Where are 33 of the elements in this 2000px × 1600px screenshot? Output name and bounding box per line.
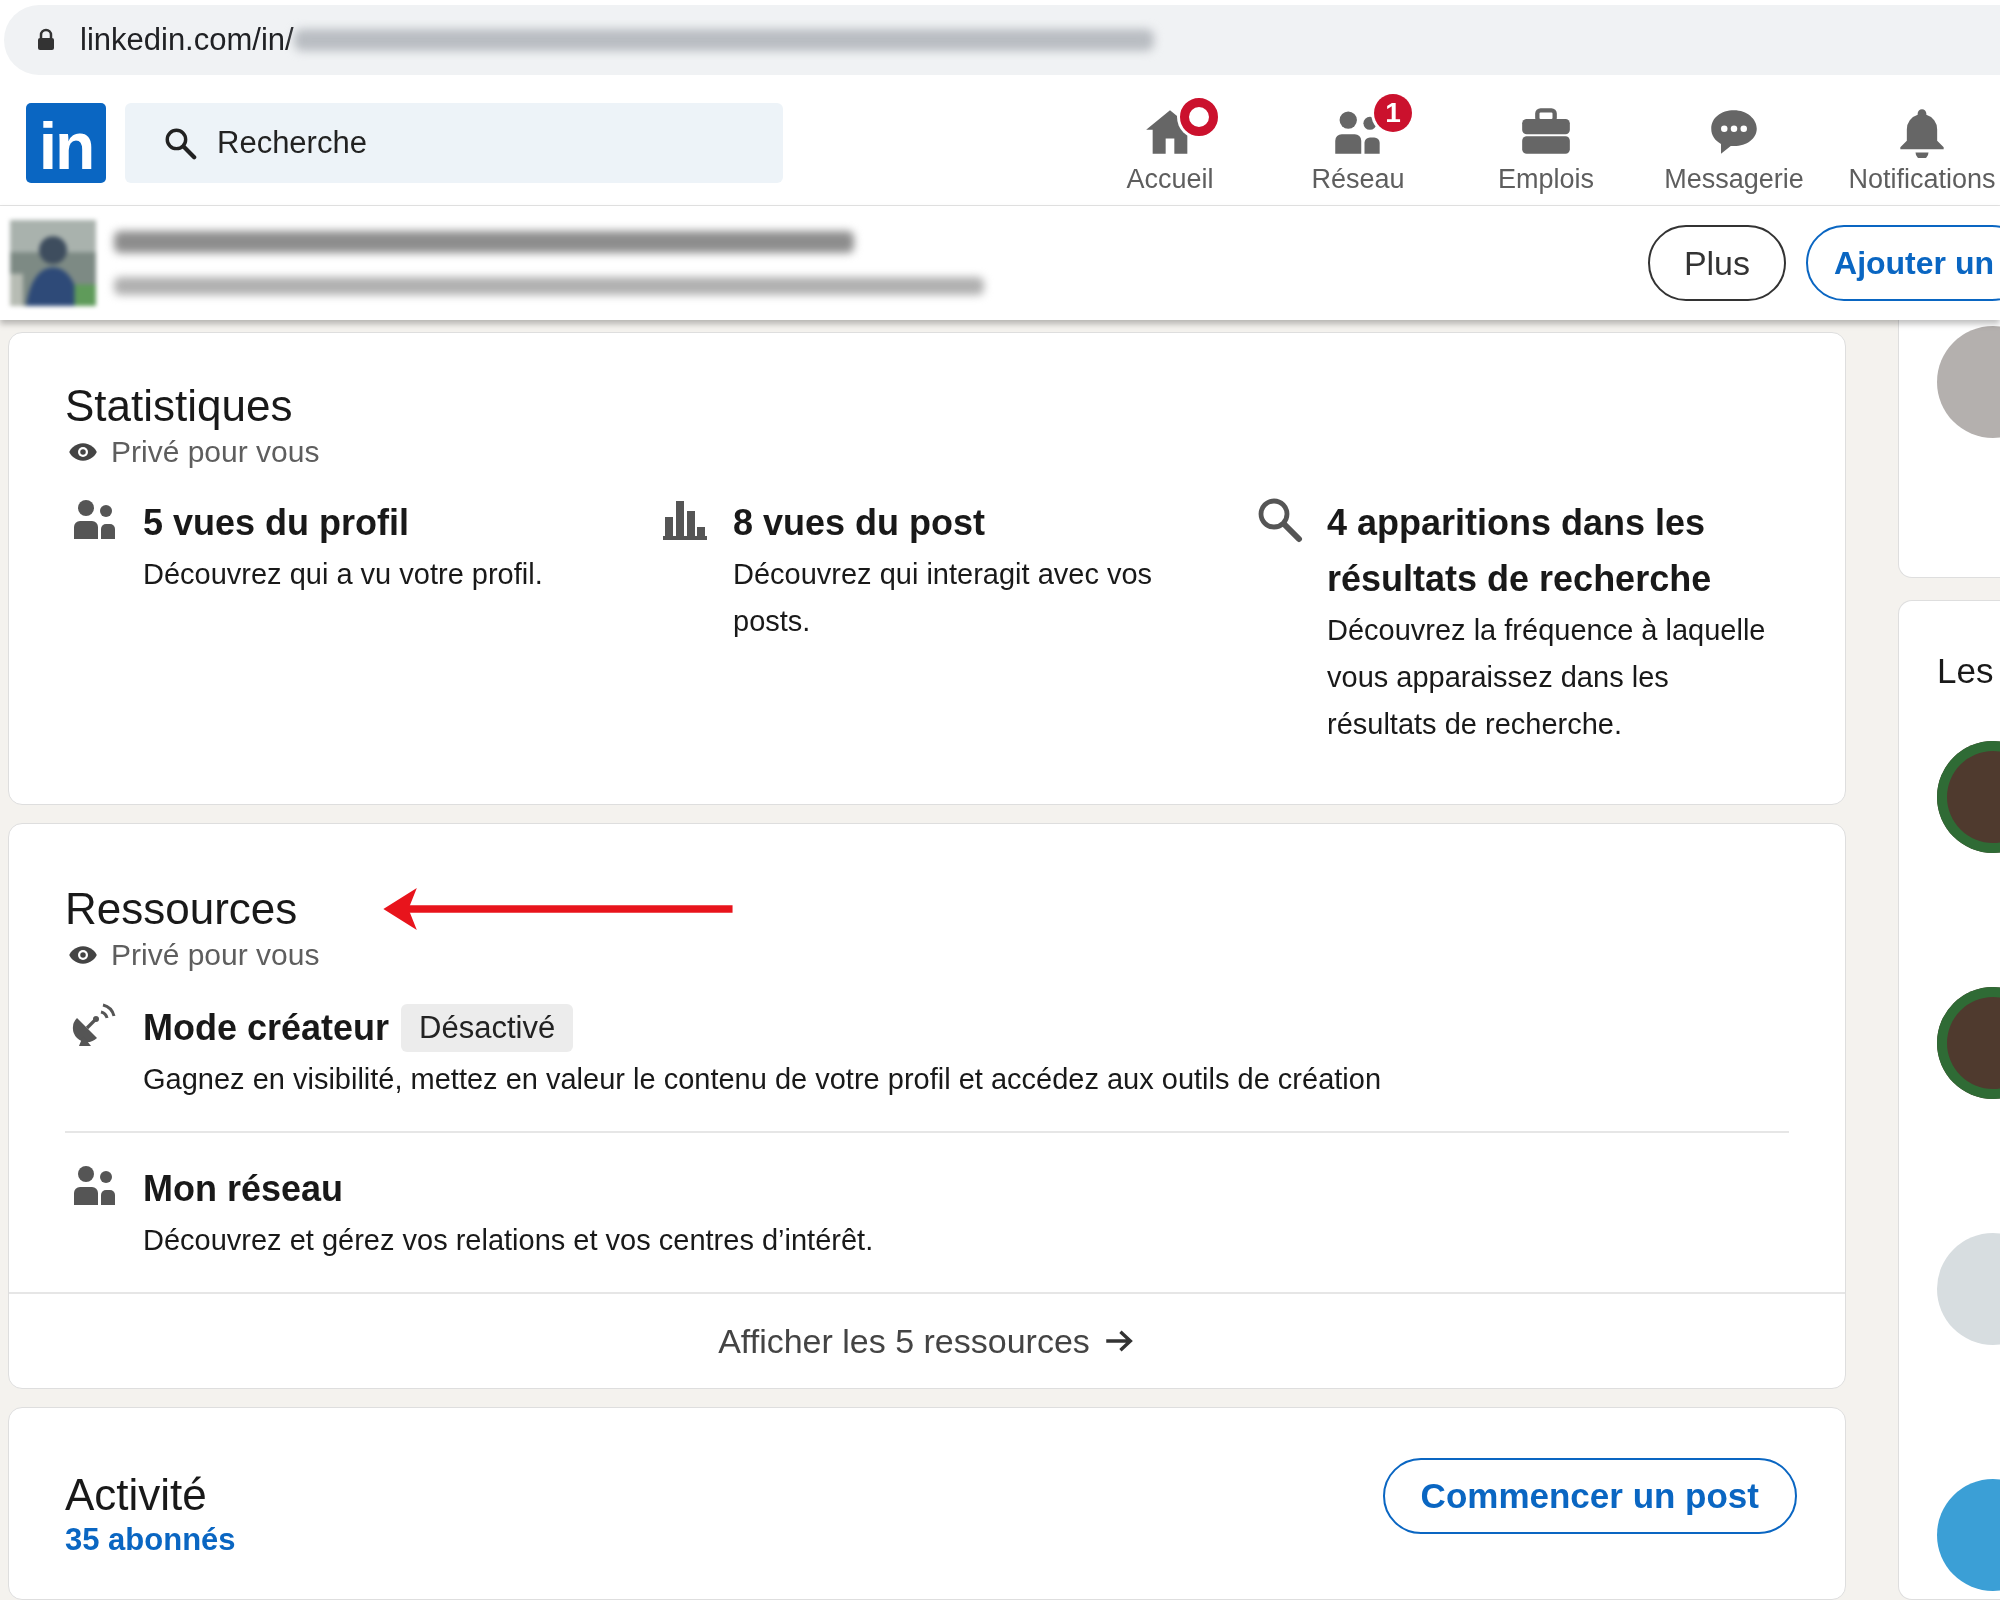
nav-item[interactable]: Emplois — [1452, 90, 1640, 195]
stat-description: Découvrez la fréquence à laquelle vous apparaissez dans les résultats de recherche. — [1327, 613, 1767, 742]
status-tag: Désactivé — [401, 1004, 574, 1052]
stat-description: Découvrez qui interagit avec vos posts. — [733, 557, 1153, 639]
sidebar-heading: Les — [1937, 651, 1995, 691]
section-title: Activité — [65, 1470, 208, 1520]
logo[interactable]: in — [26, 102, 106, 183]
stat-link[interactable]: 4 apparitions dans les résultats de recherche — [1327, 495, 1767, 607]
stat-link[interactable]: 5 vues du profil — [143, 495, 543, 551]
show-all-link[interactable]: Afficher les 5 ressources — [718, 1321, 1136, 1361]
profile-button[interactable]: Ajouter un — [1806, 225, 2000, 301]
nav-item[interactable]: 1 Réseau — [1264, 90, 1452, 195]
section-title: Ressources — [65, 884, 298, 934]
privacy-label: Privé pour vous — [111, 938, 320, 972]
resource-link[interactable]: Mon réseau — [143, 1161, 344, 1217]
nav-item[interactable]: Notifications — [1828, 90, 2000, 195]
followers-link[interactable]: 35 abonnés — [65, 1522, 236, 1558]
nav-item[interactable]: Accueil — [1076, 90, 1264, 195]
notification-dot — [1180, 98, 1218, 136]
privacy-label: Privé pour vous — [111, 435, 320, 469]
profile-button[interactable]: Plus — [1647, 225, 1786, 301]
stat-link[interactable]: 8 vues du post — [733, 495, 1153, 551]
notification-count: 1 — [1374, 94, 1412, 132]
stat-description: Découvrez qui a vu votre profil. — [143, 557, 543, 592]
resource-description: Gagnez en visibilité, mettez en valeur le contenu de votre profil et accédez aux outils de création — [143, 1062, 1382, 1097]
resource-description: Découvrez et gérez vos relations et vos centres d’intérêt. — [143, 1223, 874, 1258]
url-text: linkedin.com/in/ — [80, 22, 294, 58]
nav-item[interactable]: Messagerie — [1640, 90, 1828, 195]
search-field[interactable]: Recherche — [125, 102, 783, 183]
resource-link[interactable]: Mode créateur — [143, 1000, 390, 1056]
start-post-button[interactable]: Commencer un post — [1382, 1458, 1797, 1534]
section-title: Statistiques — [65, 381, 294, 431]
address-bar[interactable]: linkedin.com/in/ — [4, 5, 2000, 75]
